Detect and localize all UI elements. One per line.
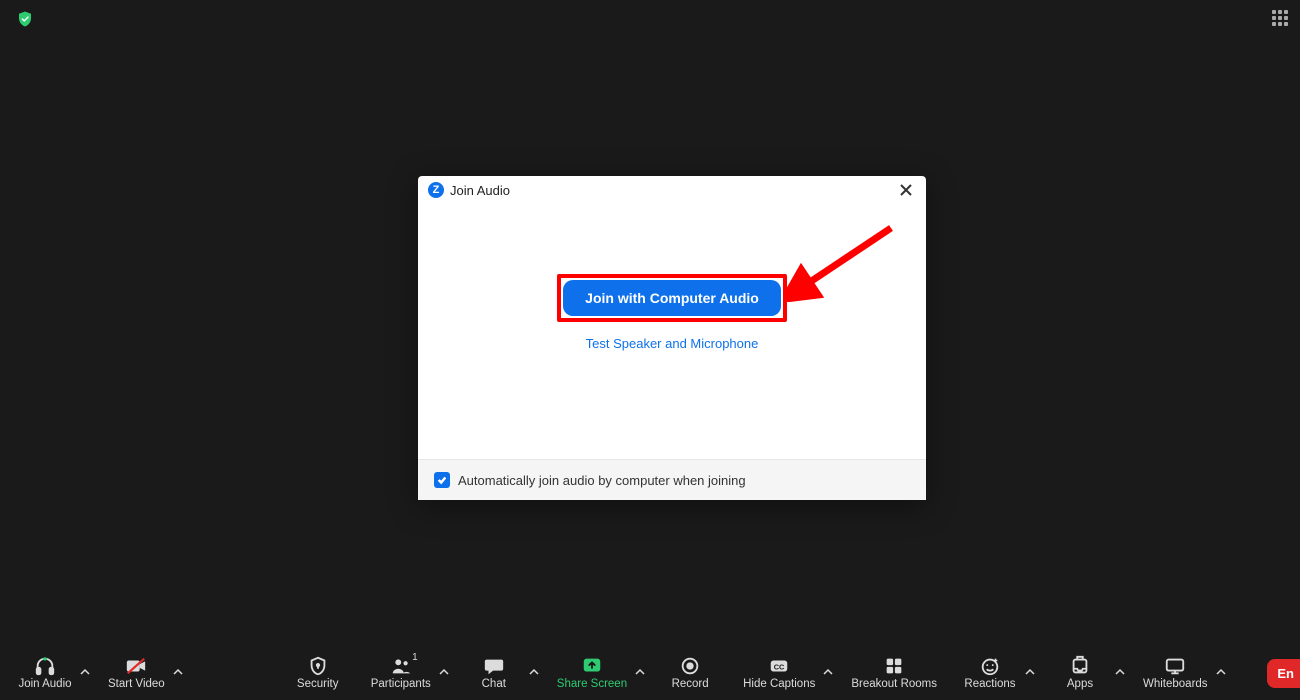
whiteboards-caret[interactable]	[1212, 667, 1230, 677]
join-audio-button[interactable]: Join Audio	[14, 654, 76, 690]
record-button[interactable]: Record	[659, 654, 721, 690]
participants-icon: 1	[390, 654, 412, 678]
toolbar-label: Hide Captions	[743, 678, 815, 690]
dialog-footer: Automatically join audio by computer whe…	[418, 459, 926, 500]
hide-captions-caret[interactable]	[819, 667, 837, 677]
chat-button[interactable]: Chat	[463, 654, 525, 690]
start-video-button[interactable]: Start Video	[104, 654, 169, 690]
security-button[interactable]: Security	[287, 654, 349, 690]
reactions-button[interactable]: Reactions	[959, 654, 1021, 690]
join-with-computer-audio-button[interactable]: Join with Computer Audio	[563, 280, 781, 316]
share-screen-button[interactable]: Share Screen	[553, 654, 631, 690]
apps-button[interactable]: Apps	[1049, 654, 1111, 690]
toolbar-label: Breakout Rooms	[851, 678, 937, 690]
breakout-rooms-icon	[883, 654, 905, 678]
record-icon	[679, 654, 701, 678]
whiteboards-icon	[1164, 654, 1186, 678]
annotation-highlight-box: Join with Computer Audio	[557, 274, 787, 322]
toolbar-label: Chat	[482, 678, 506, 690]
reactions-icon	[979, 654, 1001, 678]
shield-icon	[307, 654, 329, 678]
zoom-logo-icon: Z	[428, 182, 444, 198]
share-screen-caret[interactable]	[631, 667, 649, 677]
participants-button[interactable]: 1 Participants	[367, 654, 435, 690]
auto-join-audio-checkbox[interactable]	[434, 472, 450, 488]
toolbar-label: Record	[672, 678, 709, 690]
captions-icon: CC	[768, 654, 790, 678]
chat-caret[interactable]	[525, 667, 543, 677]
meeting-toolbar: Join Audio Start Video Security	[0, 644, 1300, 700]
toolbar-label: Whiteboards	[1143, 678, 1208, 690]
participants-caret[interactable]	[435, 667, 453, 677]
hide-captions-button[interactable]: CC Hide Captions	[739, 654, 819, 690]
toolbar-label: Participants	[371, 678, 431, 690]
apps-caret[interactable]	[1111, 667, 1129, 677]
whiteboards-button[interactable]: Whiteboards	[1139, 654, 1212, 690]
chat-icon	[483, 654, 505, 678]
toolbar-label: Join Audio	[18, 678, 71, 690]
toolbar-label: Reactions	[964, 678, 1015, 690]
dialog-body: Join with Computer Audio Test Speaker an…	[418, 204, 926, 459]
toolbar-label: Security	[297, 678, 339, 690]
close-icon[interactable]	[896, 180, 916, 200]
encryption-shield-icon[interactable]	[16, 10, 34, 28]
apps-icon	[1069, 654, 1091, 678]
auto-join-audio-label: Automatically join audio by computer whe…	[458, 473, 746, 488]
toolbar-label: Start Video	[108, 678, 165, 690]
start-video-caret[interactable]	[169, 667, 187, 677]
dialog-title: Join Audio	[450, 183, 510, 198]
end-meeting-button[interactable]: En	[1267, 659, 1300, 688]
video-off-icon	[125, 654, 147, 678]
breakout-rooms-button[interactable]: Breakout Rooms	[847, 654, 941, 690]
toolbar-label: Apps	[1067, 678, 1093, 690]
end-label: En	[1277, 666, 1294, 681]
dialog-titlebar: Z Join Audio	[418, 176, 926, 204]
share-screen-icon	[581, 654, 603, 678]
test-speaker-microphone-link[interactable]: Test Speaker and Microphone	[586, 336, 759, 351]
svg-text:CC: CC	[774, 663, 785, 672]
join-audio-dialog: Z Join Audio Join with Computer Audio Te…	[418, 176, 926, 500]
toolbar-label: Share Screen	[557, 678, 627, 690]
join-audio-caret[interactable]	[76, 667, 94, 677]
participants-count-badge: 1	[412, 652, 418, 663]
reactions-caret[interactable]	[1021, 667, 1039, 677]
headphones-icon	[34, 654, 56, 678]
gallery-view-icon[interactable]	[1270, 8, 1292, 30]
